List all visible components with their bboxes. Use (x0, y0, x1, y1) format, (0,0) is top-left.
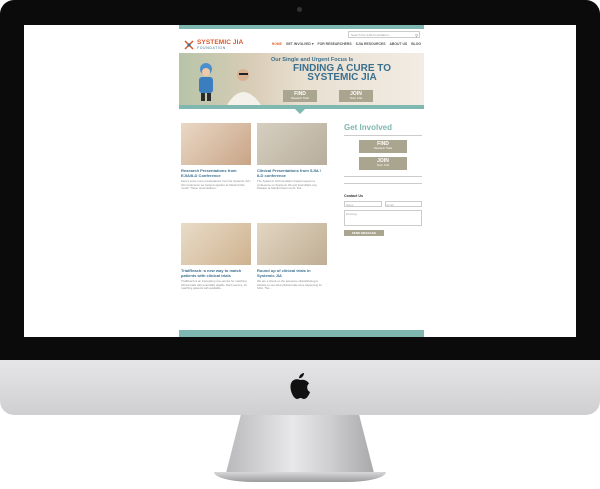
logo-subtitle: FOUNDATION (197, 46, 226, 50)
blog-card[interactable]: Round up of clinical trials in Systemic … (257, 223, 327, 291)
hero-find-button[interactable]: FIND Research Trials (283, 90, 317, 102)
hero-headline: FINDING A CURE TO SYSTEMIC JIA (267, 64, 417, 83)
blog-card[interactable]: Research Presentations from EJIA/ILD Con… (181, 123, 251, 191)
child-photo (199, 63, 213, 101)
divider-notch (295, 109, 305, 114)
hero-join-sub: Team SJIA (349, 97, 363, 100)
sidebar-join-button[interactable]: JOIN Team SJIA (359, 157, 407, 170)
hero-join-button[interactable]: JOIN Team SJIA (339, 90, 373, 102)
logo-icon[interactable] (183, 39, 195, 51)
hero-divider (179, 105, 424, 114)
message-field[interactable]: Message (344, 210, 422, 226)
sidebar: Get Involved FIND Research Trials JOIN T… (344, 123, 422, 236)
sidebar-divider (344, 183, 422, 184)
nav-about-us[interactable]: ABOUT US (389, 42, 407, 46)
card-excerpt: Here's some more presentations from the … (181, 179, 251, 190)
contact-row: Name Email (344, 201, 422, 207)
apple-logo-icon (290, 373, 310, 399)
camera-icon (297, 7, 302, 12)
website: Search the SJIA Foundation... ⚲ SYSTEMIC… (179, 25, 424, 337)
sidebar-title: Get Involved (344, 123, 393, 132)
name-field[interactable]: Name (344, 201, 382, 207)
monitor-stand (226, 415, 374, 473)
hero-find-sub: Research Trials (290, 97, 310, 100)
card-excerpt: TrialReach is an interesting new service… (181, 279, 248, 290)
main-nav: HOME GET INVOLVED ▾ FOR RESEARCHERS SJIA… (272, 42, 421, 46)
email-field[interactable]: Email (384, 201, 422, 207)
card-title[interactable]: Research Presentations from EJIA/ILD Con… (181, 168, 251, 178)
parent-photo (227, 69, 261, 105)
logo-title[interactable]: SYSTEMIC JIA (197, 39, 243, 46)
nav-for-researchers[interactable]: FOR RESEARCHERS (318, 42, 352, 46)
contact-title: Contact Us (344, 194, 363, 198)
card-title[interactable]: Clinical Presentations from SJIA / ILD c… (257, 168, 327, 178)
sidebar-divider (344, 176, 422, 177)
card-title[interactable]: Round up of clinical trials in Systemic … (257, 268, 327, 278)
card-title[interactable]: TrialReach: a new way to match patients … (181, 268, 251, 278)
hero-headline-line2: SYSTEMIC JIA (307, 72, 377, 83)
monitor-screen: Search the SJIA Foundation... ⚲ SYSTEMIC… (24, 25, 576, 337)
blog-card[interactable]: Clinical Presentations from SJIA / ILD c… (257, 123, 327, 191)
sidebar-find-sub: Research Trials (373, 147, 393, 150)
sidebar-find-button[interactable]: FIND Research Trials (359, 140, 407, 153)
nav-home[interactable]: HOME (272, 42, 282, 46)
card-thumbnail[interactable] (257, 123, 327, 165)
card-thumbnail[interactable] (257, 223, 327, 265)
monitor-bezel: Search the SJIA Foundation... ⚲ SYSTEMIC… (0, 0, 600, 360)
card-thumbnail[interactable] (181, 223, 251, 265)
nav-blog[interactable]: BLOG (411, 42, 421, 46)
top-bar: Search the SJIA Foundation... ⚲ (179, 29, 424, 38)
sidebar-divider (344, 135, 422, 136)
send-message-button[interactable]: SEND MESSAGE (344, 230, 384, 236)
footer-strip (179, 330, 424, 337)
card-thumbnail[interactable] (181, 123, 251, 165)
card-excerpt: We are a check on the awesome clinicaltr… (257, 279, 323, 290)
blog-card[interactable]: TrialReach: a new way to match patients … (181, 223, 251, 291)
monitor-foot (214, 472, 386, 482)
hero-banner: Our Single and Urgent Focus Is FINDING A… (179, 53, 424, 105)
nav-sjia-resources[interactable]: SJIA RESOURCES (356, 42, 386, 46)
card-excerpt: The Systemic JIA Foundation helped suppo… (257, 179, 317, 190)
nav-get-involved[interactable]: GET INVOLVED ▾ (286, 42, 314, 46)
sidebar-join-sub: Team SJIA (376, 164, 390, 167)
site-header: SYSTEMIC JIA FOUNDATION HOME GET INVOLVE… (179, 37, 424, 53)
